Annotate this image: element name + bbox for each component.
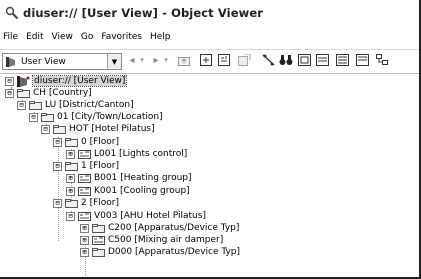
folder-icon xyxy=(65,198,78,208)
expand-icon[interactable]: ⊞ xyxy=(66,173,75,183)
tree-node[interactable]: ⊟ 0 [Floor] xyxy=(53,136,119,148)
collapse-icon[interactable]: ⊟ xyxy=(53,198,62,208)
collapse-icon[interactable]: ⊟ xyxy=(41,124,50,134)
folder-icon xyxy=(65,137,78,147)
tree-node-label: C200 [Apparatus/Device Typ] xyxy=(108,223,240,233)
object-tree: ⊟ diuser:// [User View] ⊟ CH [Country] ⊟… xyxy=(0,73,419,277)
folder-icon xyxy=(92,223,105,233)
folder-icon xyxy=(53,124,66,134)
tree-node[interactable]: ⊟ HOT [Hotel Pilatus] xyxy=(41,123,155,135)
group-icon xyxy=(78,211,91,221)
tree-node-label: V003 [AHU Hotel Pilatus] xyxy=(94,211,206,221)
thumbnails-icon[interactable] xyxy=(354,52,370,68)
tree-node-label: diuser:// [User View] xyxy=(31,75,128,87)
expand-icon[interactable]: ⊞ xyxy=(66,149,75,159)
tree-node-label: 2 [Floor] xyxy=(81,198,119,208)
group-icon xyxy=(92,235,105,245)
tree-node-label: B001 [Heating group] xyxy=(94,173,192,183)
group-icon xyxy=(78,149,91,159)
tree-node[interactable]: ⊟ CH [Country] xyxy=(5,87,92,99)
collapse-icon[interactable]: ⊟ xyxy=(5,88,14,98)
magnifier-app-icon xyxy=(5,6,19,19)
tree-node[interactable]: ⊟ 01 [City/Town/Location] xyxy=(29,111,163,123)
copy-icon[interactable] xyxy=(198,52,214,68)
view-select-value: User View xyxy=(21,56,66,67)
menu-go[interactable]: Go xyxy=(81,32,93,42)
tree-node-label: LU [District/Canton] xyxy=(45,100,134,110)
tree-node[interactable]: ⊞ K001 [Cooling group] xyxy=(66,185,190,197)
collapse-icon[interactable]: ⊟ xyxy=(66,211,75,221)
collapse-icon[interactable]: ⊟ xyxy=(17,100,26,110)
tree-node-label: HOT [Hotel Pilatus] xyxy=(69,124,155,134)
menu-edit[interactable]: Edit xyxy=(26,32,43,42)
properties-icon[interactable] xyxy=(236,52,252,68)
forward-dropdown-icon[interactable]: ▾ xyxy=(162,52,170,68)
back-arrow-icon[interactable]: ◂ xyxy=(126,52,138,68)
tree-node[interactable]: ⊟ 1 [Floor] xyxy=(53,160,119,172)
binoculars-icon[interactable] xyxy=(278,52,294,68)
expand-icon[interactable]: ⊞ xyxy=(80,247,89,257)
user-view-icon xyxy=(6,56,15,67)
list-icon[interactable] xyxy=(314,52,330,68)
group-icon xyxy=(78,186,91,196)
folder-icon xyxy=(17,88,30,98)
menu-help[interactable]: Help xyxy=(150,32,171,42)
menu-favorites[interactable]: Favorites xyxy=(101,32,142,42)
folder-icon xyxy=(65,161,78,171)
view-select[interactable]: User View ▼ xyxy=(2,53,122,70)
tree-node[interactable]: ⊞ C500 [Mixing air damper] xyxy=(80,234,223,246)
collapse-icon[interactable]: ⊟ xyxy=(29,112,38,122)
user-view-icon xyxy=(17,75,30,87)
tree-node-label: L001 [Lights control] xyxy=(94,149,188,159)
menu-bar: File Edit View Go Favorites Help xyxy=(0,30,174,44)
tree-node[interactable]: ⊞ D000 [Apparatus/Device Typ] xyxy=(80,246,240,258)
forward-arrow-icon[interactable]: ▸ xyxy=(150,52,162,68)
tree-node-label: C500 [Mixing air damper] xyxy=(108,235,224,245)
expand-icon[interactable]: ⊞ xyxy=(80,223,89,233)
details-icon[interactable] xyxy=(334,52,350,68)
title-bar[interactable]: diuser:// [User View] - Object Viewer xyxy=(0,0,419,25)
tree-node-label: 0 [Floor] xyxy=(81,137,119,147)
chevron-down-icon[interactable]: ▼ xyxy=(107,54,121,69)
expand-icon[interactable]: ⊞ xyxy=(80,235,89,245)
folder-icon xyxy=(41,112,54,122)
tree-node-label: D000 [Apparatus/Device Typ] xyxy=(108,247,241,257)
tree-node-label: 1 [Floor] xyxy=(81,161,119,171)
view-icon[interactable] xyxy=(296,52,312,68)
tree-node-label: CH [Country] xyxy=(33,88,92,98)
back-dropdown-icon[interactable]: ▾ xyxy=(138,52,146,68)
tree-node[interactable]: ⊞ C200 [Apparatus/Device Typ] xyxy=(80,222,239,234)
folder-icon xyxy=(29,100,42,110)
tree-node-label: K001 [Cooling group] xyxy=(94,186,190,196)
connect-icon[interactable] xyxy=(260,52,276,68)
expand-icon[interactable]: ⊞ xyxy=(66,186,75,196)
collapse-icon[interactable]: ⊟ xyxy=(53,137,62,147)
object-viewer-window: diuser:// [User View] - Object Viewer Fi… xyxy=(0,0,421,279)
folder-icon xyxy=(92,247,105,257)
menu-file[interactable]: File xyxy=(3,32,18,42)
tree-node[interactable]: ⊟ LU [District/Canton] xyxy=(17,99,134,111)
paste-icon[interactable] xyxy=(216,52,232,68)
tree-node[interactable]: ⊞ B001 [Heating group] xyxy=(66,172,192,184)
collapse-icon[interactable]: ⊟ xyxy=(53,161,62,171)
group-icon xyxy=(78,173,91,183)
tree-node[interactable]: ⊞ L001 [Lights control] xyxy=(66,148,187,160)
tree-node[interactable]: ⊟ 2 [Floor] xyxy=(53,197,119,209)
up-folder-icon[interactable] xyxy=(176,52,192,68)
tree-node-label: 01 [City/Town/Location] xyxy=(57,112,163,122)
tree-node[interactable]: ⊟ V003 [AHU Hotel Pilatus] xyxy=(66,210,206,222)
menu-view[interactable]: View xyxy=(52,32,73,42)
collapse-icon[interactable]: ⊟ xyxy=(5,76,14,86)
network-icon[interactable] xyxy=(374,52,390,68)
tree-node-root[interactable]: ⊟ diuser:// [User View] xyxy=(5,75,128,87)
window-title: diuser:// [User View] - Object Viewer xyxy=(23,5,263,20)
